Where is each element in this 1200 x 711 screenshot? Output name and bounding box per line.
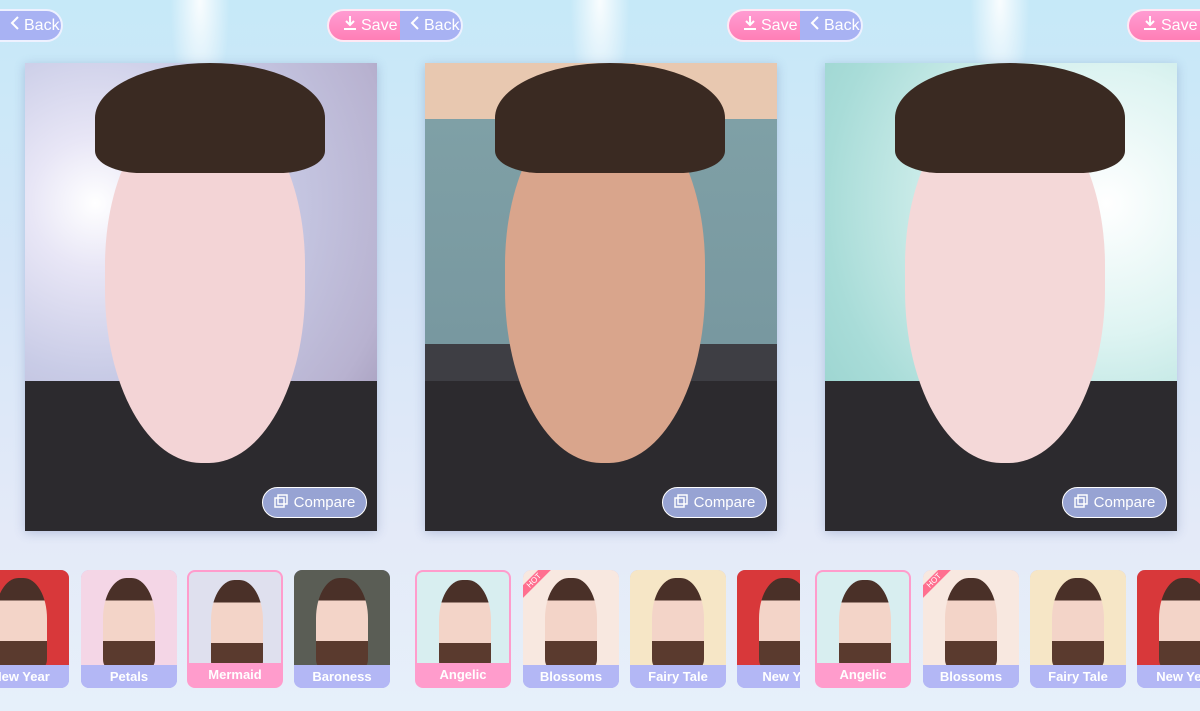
- filter-label: Fairy Tale: [1030, 665, 1126, 688]
- filter-label: New Ye: [737, 665, 800, 688]
- photo-preview: Compare: [25, 63, 377, 531]
- filter-preview-image: [737, 570, 800, 668]
- compare-icon: [273, 493, 288, 512]
- filter-thumbnail[interactable]: Angelic: [415, 570, 511, 688]
- filter-portrait: [103, 578, 155, 668]
- filter-portrait: [945, 578, 997, 668]
- filter-thumbnail[interactable]: New Year: [1137, 570, 1200, 688]
- filter-label: Mermaid: [189, 663, 281, 686]
- filter-portrait: [839, 580, 891, 670]
- filter-preview-image: [923, 570, 1019, 668]
- filter-label: Blossoms: [523, 665, 619, 688]
- filter-label: New Year: [0, 665, 69, 688]
- filter-portrait: [759, 578, 800, 668]
- filter-label: Angelic: [817, 663, 909, 686]
- filter-portrait: [211, 580, 263, 670]
- filter-label: Angelic: [417, 663, 509, 686]
- filter-thumbnail[interactable]: Petals: [81, 570, 177, 688]
- photo-hair: [95, 63, 325, 173]
- photo-preview: Compare: [425, 63, 777, 531]
- filter-thumbnail[interactable]: New Year: [0, 570, 69, 688]
- filter-thumbnail[interactable]: HOT Blossoms: [523, 570, 619, 688]
- save-button[interactable]: Save: [327, 9, 400, 42]
- filter-preview-image: [294, 570, 390, 668]
- filter-preview-image: [630, 570, 726, 668]
- filter-portrait: [1052, 578, 1104, 668]
- save-button[interactable]: Save: [1127, 9, 1200, 42]
- filter-preview-image: [1030, 570, 1126, 668]
- filter-label: Blossoms: [923, 665, 1019, 688]
- back-button[interactable]: Back: [400, 9, 463, 42]
- filter-thumbnail[interactable]: New Ye: [737, 570, 800, 688]
- filter-portrait: [0, 578, 47, 668]
- filter-thumbnail[interactable]: Mermaid: [187, 570, 283, 688]
- filter-label: Fairy Tale: [630, 665, 726, 688]
- compare-button[interactable]: Compare: [662, 487, 767, 518]
- compare-icon: [673, 493, 688, 512]
- filter-preview-image: [523, 570, 619, 668]
- filter-thumbnail[interactable]: Baroness: [294, 570, 390, 688]
- filter-preview-image: [0, 570, 69, 668]
- chevron-left-icon: [810, 15, 820, 36]
- filter-portrait: [439, 580, 491, 670]
- compare-button[interactable]: Compare: [1062, 487, 1167, 518]
- editor-panel: Back Save Compare Angelic HOT Blossoms F…: [800, 0, 1200, 711]
- filter-thumbnail[interactable]: HOT Blossoms: [923, 570, 1019, 688]
- filter-preview-image: [1137, 570, 1200, 668]
- filter-preview-image: [189, 572, 281, 670]
- back-button[interactable]: Back: [800, 9, 863, 42]
- editor-panel: Back Save Compare New Year Petals Mermai…: [0, 0, 400, 711]
- editor-panel: Back Save Compare Angelic HOT Blossoms F…: [400, 0, 800, 711]
- filter-preview-image: [417, 572, 509, 670]
- filter-portrait: [652, 578, 704, 668]
- download-icon: [343, 15, 357, 36]
- filter-thumbnail[interactable]: Angelic: [815, 570, 911, 688]
- compare-icon: [1073, 493, 1088, 512]
- filter-label: New Year: [1137, 665, 1200, 688]
- download-icon: [743, 15, 757, 36]
- filter-portrait: [316, 578, 368, 668]
- filter-portrait: [545, 578, 597, 668]
- filter-preview-image: [817, 572, 909, 670]
- filter-portrait: [1159, 578, 1200, 668]
- save-button[interactable]: Save: [727, 9, 800, 42]
- filter-label: Baroness: [294, 665, 390, 688]
- filter-label: Petals: [81, 665, 177, 688]
- filter-preview-image: [81, 570, 177, 668]
- photo-preview: Compare: [825, 63, 1177, 531]
- download-icon: [1143, 15, 1157, 36]
- chevron-left-icon: [410, 15, 420, 36]
- filter-thumbnail[interactable]: Fairy Tale: [630, 570, 726, 688]
- back-button[interactable]: Back: [0, 9, 63, 42]
- chevron-left-icon: [10, 15, 20, 36]
- compare-button[interactable]: Compare: [262, 487, 367, 518]
- filter-thumbnail[interactable]: Fairy Tale: [1030, 570, 1126, 688]
- photo-hair: [895, 63, 1125, 173]
- photo-hair: [495, 63, 725, 173]
